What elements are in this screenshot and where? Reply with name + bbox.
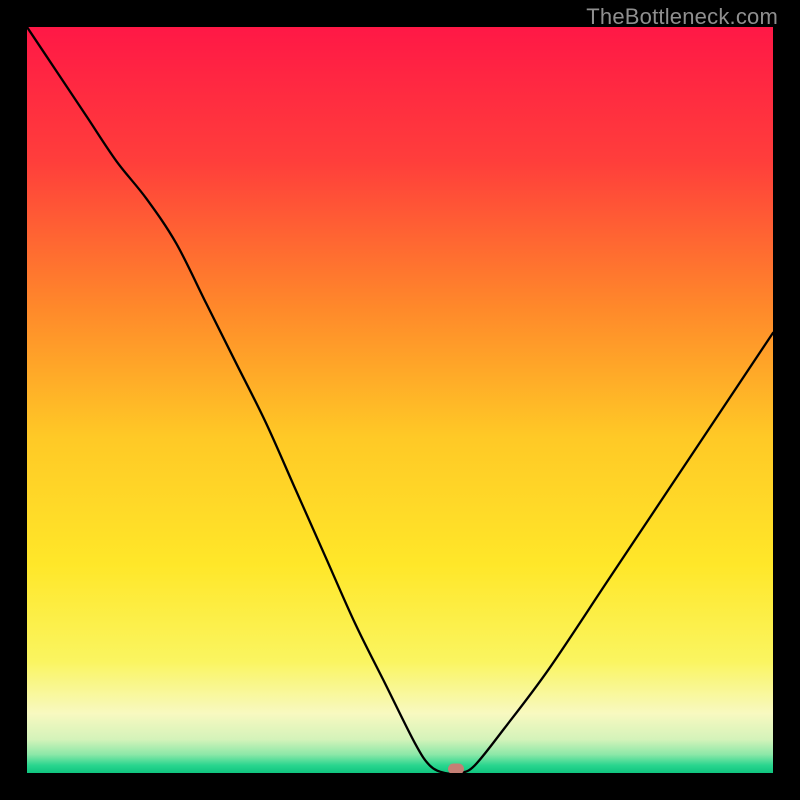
- chart-curve: [27, 27, 773, 773]
- chart-plot-area: [27, 27, 773, 773]
- chart-frame: TheBottleneck.com: [0, 0, 800, 800]
- chart-valley-marker: [448, 763, 464, 773]
